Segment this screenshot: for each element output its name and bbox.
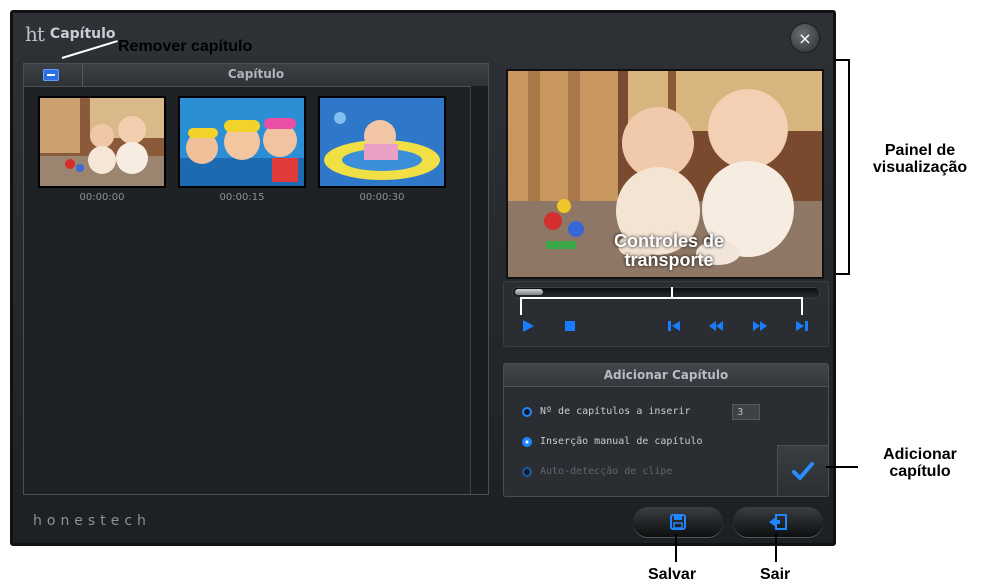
rewind-button[interactable]	[708, 318, 724, 334]
add-chapter-button[interactable]	[777, 445, 828, 496]
transport-bracket-left	[520, 297, 522, 315]
play-icon	[523, 320, 534, 332]
option-chapter-count[interactable]: Nº de capítulos a inserir	[522, 406, 691, 417]
skip-start-icon	[668, 321, 680, 331]
chapter-thumbnail[interactable]: 00:00:30	[318, 96, 446, 203]
option-manual-insert-label: Inserção manual de capítulo	[540, 436, 703, 447]
callout-remove-chapter: Remover capítulo	[118, 38, 253, 55]
play-button[interactable]	[520, 318, 536, 334]
exit-button[interactable]	[733, 507, 823, 537]
bracket-preview-top	[836, 59, 850, 61]
transport-bracket-bar	[520, 297, 803, 299]
chapter-thumbnail[interactable]: 00:00:15	[178, 96, 306, 203]
seek-slider-handle[interactable]	[515, 289, 543, 295]
skip-start-button[interactable]	[666, 318, 682, 334]
checkmark-icon	[792, 462, 814, 480]
close-icon: ×	[798, 28, 812, 48]
chapter-count-field[interactable]: 3	[732, 404, 760, 420]
option-chapter-count-label: Nº de capítulos a inserir	[540, 406, 691, 417]
save-icon	[670, 514, 686, 530]
chapter-dialog: ht Capítulo × Capítulo 00:00:00 00:00:15…	[10, 10, 836, 546]
brand-text: honestech	[33, 513, 151, 529]
save-button[interactable]	[633, 507, 723, 537]
thumbnail-time: 00:00:15	[219, 192, 265, 203]
stop-button[interactable]	[562, 318, 578, 334]
stop-icon	[565, 321, 575, 331]
bracket-preview	[848, 59, 850, 275]
skip-end-icon	[796, 321, 808, 331]
thumbnail-image	[178, 96, 306, 188]
callout-transport-controls: Controles de transporte	[613, 231, 724, 270]
callout-add-chapter: Adicionar capítulo	[883, 446, 957, 480]
fast-forward-icon	[753, 321, 767, 331]
radio-manual-insert[interactable]	[522, 436, 532, 447]
radio-chapter-count[interactable]	[522, 406, 532, 417]
rewind-icon	[709, 321, 723, 331]
window-title: Capítulo	[49, 26, 116, 42]
fast-forward-button[interactable]	[752, 318, 768, 334]
chapter-list-header: Capítulo	[24, 64, 488, 87]
skip-end-button[interactable]	[794, 318, 810, 334]
honestech-logo-icon: ht	[25, 22, 45, 46]
callout-line-exit	[775, 534, 777, 562]
option-manual-insert[interactable]: Inserção manual de capítulo	[522, 436, 703, 447]
callout-preview-panel: Painel de visualização	[872, 142, 968, 176]
thumbnail-image	[38, 96, 166, 188]
chapter-thumbnail[interactable]: 00:00:00	[38, 96, 166, 203]
callout-save: Salvar	[648, 566, 697, 583]
bracket-preview-bottom	[836, 273, 850, 275]
option-auto-detect: Auto-detecção de clipe	[522, 466, 672, 477]
transport-bracket-right	[801, 297, 803, 315]
title-bar: ht Capítulo	[25, 21, 116, 47]
thumbnail-image	[318, 96, 446, 188]
add-chapter-panel: Adicionar Capítulo Nº de capítulos a ins…	[503, 363, 829, 497]
callout-exit: Sair	[760, 566, 791, 583]
radio-auto-detect	[522, 466, 532, 477]
transport-controls	[503, 281, 829, 347]
callout-line-add	[826, 466, 858, 468]
thumbnail-time: 00:00:30	[359, 192, 405, 203]
close-button[interactable]: ×	[791, 24, 819, 52]
chapter-list-scrollbar[interactable]	[470, 86, 488, 494]
chapter-column-label: Capítulo	[227, 67, 285, 81]
option-auto-detect-label: Auto-detecção de clipe	[540, 466, 673, 477]
chapter-thumbnails: 00:00:00 00:00:15 00:00:30	[38, 96, 446, 203]
callout-line-save	[675, 534, 677, 562]
thumbnail-time: 00:00:00	[79, 192, 125, 203]
add-chapter-header: Adicionar Capítulo	[504, 364, 828, 387]
exit-icon	[769, 514, 787, 530]
chapter-list-panel: Capítulo 00:00:00 00:00:15 00:00:30	[23, 63, 489, 495]
